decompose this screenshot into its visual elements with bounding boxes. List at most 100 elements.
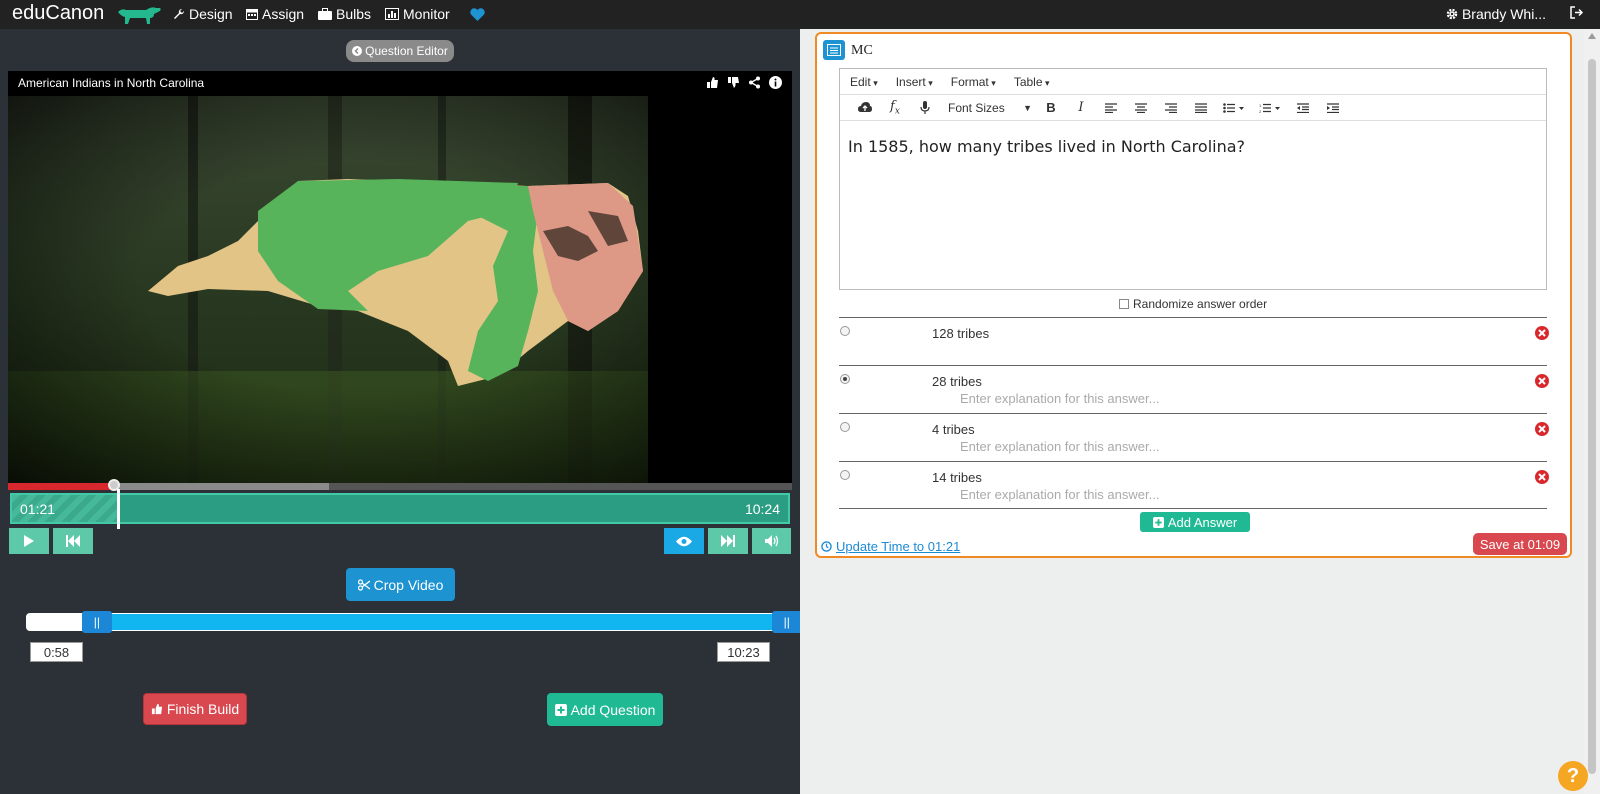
delete-answer-icon[interactable] bbox=[1535, 326, 1549, 340]
rewind-button[interactable] bbox=[52, 527, 94, 555]
user-menu[interactable]: Brandy Whi... bbox=[1446, 6, 1546, 22]
answer-text[interactable]: 128 tribes bbox=[932, 326, 989, 341]
crop-range-fill bbox=[96, 614, 787, 630]
outdent-icon[interactable] bbox=[1288, 98, 1318, 118]
skip-forward-button[interactable] bbox=[707, 527, 749, 555]
crop-start-time[interactable]: 0:58 bbox=[30, 642, 83, 662]
played-bar bbox=[8, 483, 114, 490]
info-icon[interactable] bbox=[769, 76, 782, 89]
scissors-icon bbox=[357, 578, 370, 591]
numbered-list-icon[interactable]: 12 bbox=[1252, 98, 1288, 118]
delete-answer-icon[interactable] bbox=[1535, 470, 1549, 484]
answer-explanation[interactable]: Enter explanation for this answer... bbox=[960, 391, 1159, 406]
crop-video-label: Crop Video bbox=[373, 576, 444, 593]
update-time-link[interactable]: Update Time to 01:21 bbox=[821, 539, 960, 554]
crop-video-button[interactable]: Crop Video bbox=[346, 568, 455, 601]
scroll-up-arrow-icon[interactable] bbox=[1588, 33, 1596, 39]
scrollbar-thumb[interactable] bbox=[1588, 59, 1596, 774]
answer-radio[interactable] bbox=[840, 422, 850, 432]
circle-arrow-left-icon bbox=[352, 46, 363, 56]
answer-radio[interactable] bbox=[840, 326, 850, 336]
question-editor-button[interactable]: Question Editor bbox=[346, 40, 454, 62]
answer-radio[interactable] bbox=[840, 374, 850, 384]
eye-icon bbox=[676, 536, 692, 546]
editor-toolbar: fx Font Sizes ▼ B I 12 bbox=[840, 95, 1546, 121]
question-text[interactable]: In 1585, how many tribes lived in North … bbox=[840, 121, 1546, 172]
font-sizes-select[interactable]: Font Sizes ▼ bbox=[940, 98, 1036, 118]
heart-icon[interactable] bbox=[470, 8, 485, 21]
panel-scrollbar[interactable] bbox=[1584, 29, 1600, 794]
video-progress-bar[interactable] bbox=[8, 479, 792, 491]
add-answer-button[interactable]: Add Answer bbox=[1140, 512, 1250, 532]
video-player[interactable]: American Indians in North Carolina bbox=[8, 71, 792, 483]
randomize-checkbox[interactable]: Randomize answer order bbox=[1119, 297, 1267, 311]
delete-answer-icon[interactable] bbox=[1535, 422, 1549, 436]
finish-build-button[interactable]: Finish Build bbox=[143, 693, 247, 725]
italic-icon[interactable]: I bbox=[1066, 98, 1096, 118]
svg-text:1: 1 bbox=[1259, 103, 1262, 108]
share-icon[interactable] bbox=[748, 76, 761, 89]
microphone-icon[interactable] bbox=[910, 98, 940, 118]
bold-icon[interactable]: B bbox=[1036, 98, 1066, 118]
formula-icon[interactable]: fx bbox=[880, 98, 910, 118]
play-button[interactable] bbox=[8, 527, 50, 555]
rich-text-editor: Edit Insert Format Table fx Font Sizes ▼… bbox=[839, 68, 1547, 290]
align-justify-icon[interactable] bbox=[1186, 98, 1216, 118]
answer-radio[interactable] bbox=[840, 470, 850, 480]
crop-start-handle[interactable]: || bbox=[81, 611, 112, 633]
chart-icon bbox=[385, 8, 399, 20]
sign-out-icon[interactable] bbox=[1570, 6, 1584, 19]
menu-insert[interactable]: Insert bbox=[896, 75, 933, 89]
question-timeline[interactable]: 01:21 10:24 bbox=[10, 489, 790, 529]
brand-name[interactable]: eduCanon bbox=[12, 2, 104, 25]
answer-list: 128 tribes 28 tribes Enter explanation f… bbox=[839, 317, 1549, 509]
align-center-icon[interactable] bbox=[1126, 98, 1156, 118]
skip-forward-icon bbox=[721, 535, 735, 547]
nav-monitor[interactable]: Monitor bbox=[385, 6, 450, 22]
answer-explanation[interactable]: Enter explanation for this answer... bbox=[960, 439, 1159, 454]
answer-text[interactable]: 28 tribes bbox=[932, 374, 982, 389]
calendar-icon bbox=[246, 9, 258, 20]
crop-range-slider[interactable]: || || bbox=[26, 611, 802, 633]
checkbox-box[interactable] bbox=[1119, 299, 1129, 309]
nav-bulbs[interactable]: Bulbs bbox=[318, 6, 371, 22]
answer-row: 128 tribes bbox=[839, 317, 1549, 365]
indent-icon[interactable] bbox=[1318, 98, 1348, 118]
menu-edit[interactable]: Edit bbox=[850, 75, 878, 89]
nav-design[interactable]: Design bbox=[173, 6, 233, 22]
bullet-list-icon[interactable] bbox=[1216, 98, 1252, 118]
crop-end-time[interactable]: 10:23 bbox=[717, 642, 770, 662]
caret-down-icon: ▼ bbox=[1023, 102, 1032, 113]
align-left-icon[interactable] bbox=[1096, 98, 1126, 118]
timeline-cursor[interactable] bbox=[116, 489, 120, 529]
preview-button[interactable] bbox=[663, 527, 705, 555]
nav-assign-label: Assign bbox=[262, 6, 305, 22]
menu-format[interactable]: Format bbox=[951, 75, 996, 89]
answer-explanation[interactable]: Enter explanation for this answer... bbox=[960, 487, 1159, 502]
finish-build-label: Finish Build bbox=[166, 701, 240, 717]
list-icon bbox=[823, 40, 845, 60]
question-card: MC Edit Insert Format Table fx Font Size… bbox=[815, 32, 1572, 558]
plus-square-icon bbox=[1152, 516, 1164, 528]
randomize-label: Randomize answer order bbox=[1133, 297, 1268, 311]
align-right-icon[interactable] bbox=[1156, 98, 1186, 118]
update-time-label: Update Time to 01:21 bbox=[836, 539, 961, 554]
elapsed-time: 01:21 bbox=[20, 501, 56, 517]
menu-table[interactable]: Table bbox=[1014, 75, 1050, 89]
nav-assign[interactable]: Assign bbox=[246, 6, 304, 22]
help-button[interactable]: ? bbox=[1558, 761, 1588, 791]
thumbs-down-icon[interactable] bbox=[727, 76, 740, 89]
add-question-button[interactable]: Add Question bbox=[547, 693, 663, 726]
question-editor-label: Question Editor bbox=[365, 44, 448, 58]
add-answer-label: Add Answer bbox=[1167, 514, 1238, 530]
save-button[interactable]: Save at 01:09 bbox=[1473, 533, 1567, 555]
answer-text[interactable]: 4 tribes bbox=[932, 422, 975, 437]
cloud-upload-icon[interactable] bbox=[850, 98, 880, 118]
answer-row: 4 tribes Enter explanation for this answ… bbox=[839, 413, 1549, 461]
volume-button[interactable] bbox=[751, 527, 792, 555]
delete-answer-icon[interactable] bbox=[1535, 374, 1549, 388]
answer-text[interactable]: 14 tribes bbox=[932, 470, 982, 485]
thumbs-up-icon[interactable] bbox=[706, 76, 719, 89]
crop-end-handle[interactable]: || bbox=[771, 611, 802, 633]
total-duration: 10:24 bbox=[744, 501, 780, 517]
